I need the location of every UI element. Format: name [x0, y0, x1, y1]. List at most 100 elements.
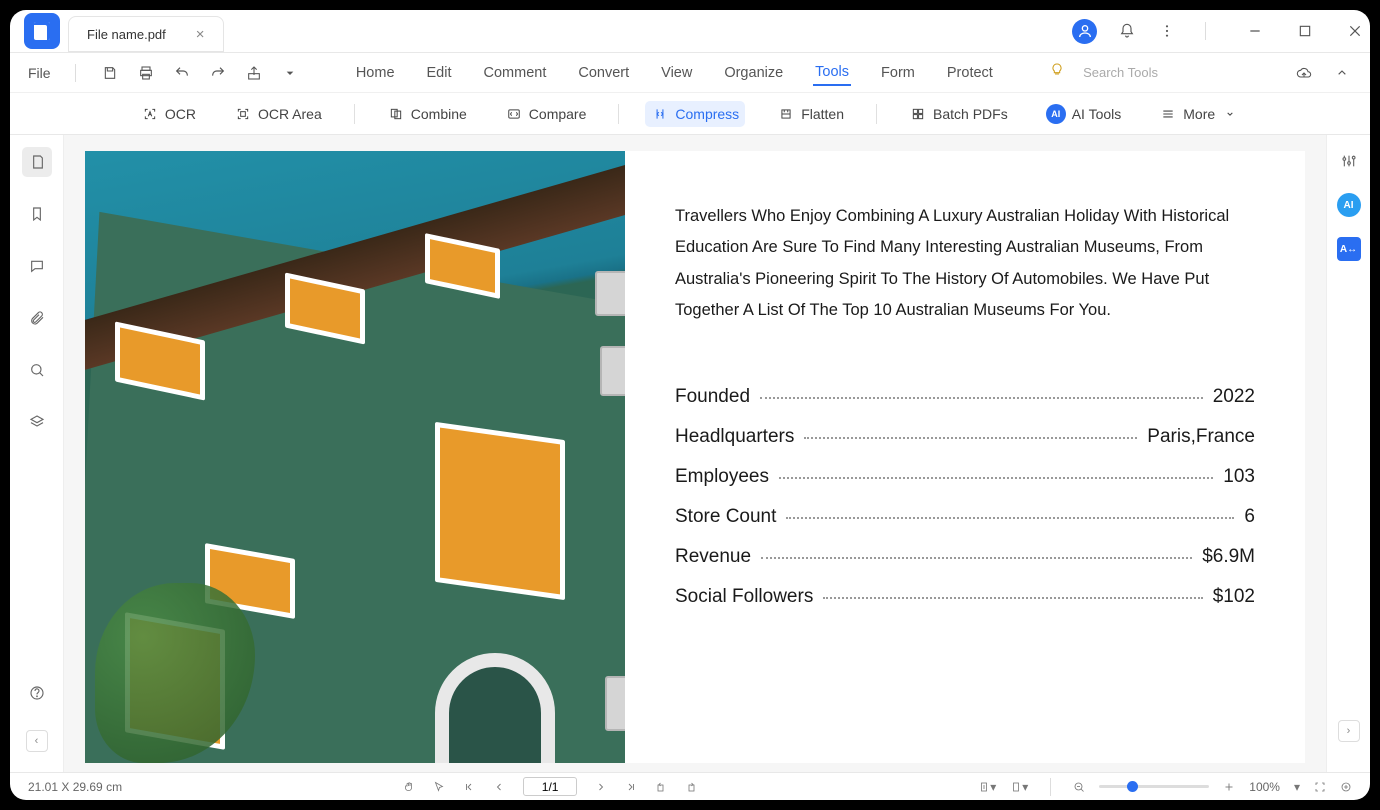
page-dimensions: 21.01 X 29.69 cm	[28, 780, 122, 794]
last-page-icon[interactable]	[625, 781, 637, 793]
attachment-panel-icon[interactable]	[22, 303, 52, 333]
more-label: More	[1183, 106, 1215, 122]
ai-panel-icon[interactable]: AI	[1337, 193, 1361, 217]
maximize-icon[interactable]	[1296, 22, 1314, 40]
zoom-in-icon[interactable]	[1223, 781, 1235, 793]
flatten-button[interactable]: Flatten	[771, 101, 850, 127]
fullscreen-icon[interactable]	[1314, 781, 1326, 793]
compare-label: Compare	[529, 106, 587, 122]
bulb-icon	[1049, 62, 1065, 83]
comment-panel-icon[interactable]	[22, 251, 52, 281]
document-tab[interactable]: File name.pdf ×	[68, 16, 224, 52]
help-icon[interactable]	[22, 678, 52, 708]
page-number-input[interactable]	[523, 777, 577, 796]
rotate-left-icon[interactable]	[655, 781, 667, 793]
compress-label: Compress	[675, 106, 739, 122]
search-panel-icon[interactable]	[22, 355, 52, 385]
fact-row: HeadlquartersParis,France	[675, 426, 1255, 448]
layers-panel-icon[interactable]	[22, 407, 52, 437]
collapse-right-icon[interactable]: ›	[1338, 720, 1360, 742]
zoom-dropdown-icon[interactable]: ▾	[1294, 780, 1300, 794]
rotate-right-icon[interactable]	[685, 781, 697, 793]
menu-edit[interactable]: Edit	[425, 61, 454, 85]
ai-tools-label: AI Tools	[1072, 106, 1122, 122]
fact-value: 2022	[1213, 386, 1255, 408]
ocr-label: OCR	[165, 106, 196, 122]
batch-pdfs-button[interactable]: Batch PDFs	[903, 101, 1014, 127]
document-paragraph: Travellers Who Enjoy Combining A Luxury …	[675, 201, 1255, 326]
fact-value: 103	[1223, 466, 1255, 488]
next-page-icon[interactable]	[595, 781, 607, 793]
collapse-left-icon[interactable]: ‹	[26, 730, 48, 752]
chevron-down-icon	[1221, 105, 1239, 123]
close-tab-icon[interactable]: ×	[196, 26, 205, 43]
ai-badge-icon: AI	[1046, 104, 1066, 124]
collapse-up-icon[interactable]	[1332, 63, 1352, 83]
fact-value: 6	[1244, 506, 1255, 528]
zoom-slider[interactable]	[1099, 785, 1209, 788]
pdf-page: Travellers Who Enjoy Combining A Luxury …	[85, 151, 1305, 763]
left-sidebar: ‹	[10, 135, 64, 772]
ocr-area-button[interactable]: OCR Area	[228, 101, 328, 127]
undo-icon[interactable]	[172, 63, 192, 83]
status-bar: 21.01 X 29.69 cm ▾ ▾ 100% ▾	[10, 772, 1370, 800]
app-logo[interactable]	[24, 13, 60, 49]
document-canvas[interactable]: Travellers Who Enjoy Combining A Luxury …	[64, 135, 1326, 772]
hand-tool-icon[interactable]	[403, 781, 415, 793]
menu-form[interactable]: Form	[879, 61, 917, 85]
ai-tools-button[interactable]: AI AI Tools	[1040, 100, 1128, 128]
scroll-mode-icon[interactable]: ▾	[978, 780, 996, 794]
file-menu[interactable]: File	[28, 65, 51, 81]
translate-panel-icon[interactable]: A↔	[1337, 237, 1361, 261]
menu-convert[interactable]: Convert	[576, 61, 631, 85]
fact-value: $6.9M	[1202, 546, 1255, 568]
bell-icon[interactable]	[1117, 21, 1137, 41]
thumbnail-panel-icon[interactable]	[22, 147, 52, 177]
select-tool-icon[interactable]	[433, 781, 445, 793]
menu-tools[interactable]: Tools	[813, 60, 851, 86]
compare-button[interactable]: Compare	[499, 101, 593, 127]
fact-value: $102	[1213, 586, 1255, 608]
fact-row: Social Followers$102	[675, 586, 1255, 608]
main-toolbar: File Home Edit Comment Convert View Organize T…	[10, 53, 1370, 93]
menu-comment[interactable]: Comment	[482, 61, 549, 85]
minimize-icon[interactable]	[1246, 22, 1264, 40]
menu-view[interactable]: View	[659, 61, 694, 85]
page-layout-icon[interactable]: ▾	[1010, 780, 1028, 794]
search-tools-input[interactable]: Search Tools	[1083, 65, 1158, 80]
first-page-icon[interactable]	[463, 781, 475, 793]
ocr-button[interactable]: OCR	[135, 101, 202, 127]
menu-home[interactable]: Home	[354, 61, 397, 85]
fact-label: Revenue	[675, 546, 751, 568]
combine-button[interactable]: Combine	[381, 101, 473, 127]
cloud-upload-icon[interactable]	[1294, 63, 1314, 83]
fact-row: Store Count 6	[675, 506, 1255, 528]
kebab-menu-icon[interactable]	[1157, 21, 1177, 41]
zoom-out-icon[interactable]	[1073, 781, 1085, 793]
more-button[interactable]: More	[1153, 101, 1245, 127]
save-icon[interactable]	[100, 63, 120, 83]
zoom-level: 100%	[1249, 780, 1280, 794]
fit-page-icon[interactable]	[1340, 781, 1352, 793]
user-avatar-icon[interactable]	[1072, 19, 1097, 44]
titlebar: File name.pdf ×	[10, 10, 1370, 53]
print-icon[interactable]	[136, 63, 156, 83]
close-window-icon[interactable]	[1346, 22, 1364, 40]
prev-page-icon[interactable]	[493, 781, 505, 793]
flatten-label: Flatten	[801, 106, 844, 122]
menu-protect[interactable]: Protect	[945, 61, 995, 85]
ocr-area-label: OCR Area	[258, 106, 322, 122]
right-sidebar: AI A↔ ›	[1326, 135, 1370, 772]
redo-icon[interactable]	[208, 63, 228, 83]
fact-label: Store Count	[675, 506, 776, 528]
settings-sliders-icon[interactable]	[1337, 149, 1361, 173]
dropdown-icon[interactable]	[280, 63, 300, 83]
bookmark-panel-icon[interactable]	[22, 199, 52, 229]
tab-filename: File name.pdf	[87, 27, 166, 42]
fact-label: Headlquarters	[675, 426, 794, 448]
fact-label: Founded	[675, 386, 750, 408]
menu-organize[interactable]: Organize	[722, 61, 785, 85]
fact-label: Employees	[675, 466, 769, 488]
compress-button[interactable]: Compress	[645, 101, 745, 127]
share-icon[interactable]	[244, 63, 264, 83]
